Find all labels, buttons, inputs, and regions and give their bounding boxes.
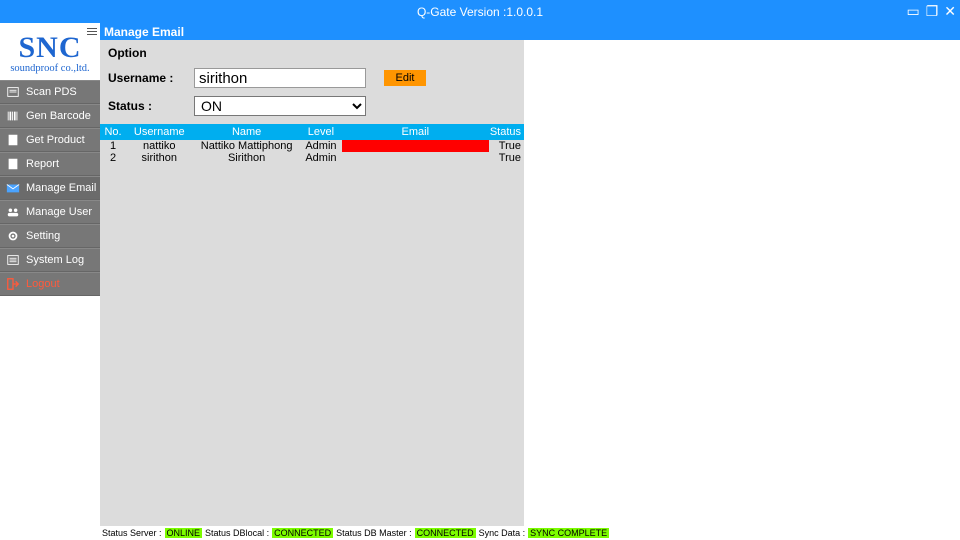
maximize-icon[interactable]: ❐: [926, 3, 939, 20]
sidebar-item-scan-pds[interactable]: Scan PDS: [0, 80, 100, 104]
status-sync-value: SYNC COMPLETE: [528, 528, 609, 538]
col-level: Level: [301, 124, 341, 140]
window-controls: ▭ ❐ ✕: [906, 0, 956, 23]
mail-icon: [6, 181, 20, 195]
status-dbmaster-value: CONNECTED: [415, 528, 476, 538]
sidebar-item-gen-barcode[interactable]: Gen Barcode: [0, 104, 100, 128]
users-icon: [6, 205, 20, 219]
blank-area: [524, 40, 960, 540]
logout-icon: [6, 277, 20, 291]
col-username: Username: [126, 124, 192, 140]
cell-no: 1: [100, 140, 126, 152]
sidebar-item-label: Report: [26, 158, 59, 170]
log-icon: [6, 253, 20, 267]
status-label: Status :: [108, 99, 194, 113]
table-header-row: No. Username Name Level Email Status: [100, 124, 524, 140]
status-server-value: ONLINE: [165, 528, 203, 538]
minimize-icon[interactable]: ▭: [906, 3, 919, 20]
status-dblocal-label: Status DBlocal :: [205, 528, 269, 538]
cell-status: True: [490, 140, 524, 152]
col-email: Email: [341, 124, 490, 140]
report-icon: [6, 157, 20, 171]
redacted-email: [342, 140, 489, 152]
page-header: Manage Email: [100, 23, 960, 40]
barcode-icon: [6, 109, 20, 123]
sidebar-item-label: Scan PDS: [26, 86, 77, 98]
col-status: Status: [490, 124, 524, 140]
app-title: Q-Gate Version :1.0.0.1: [417, 5, 543, 19]
sidebar-item-label: Get Product: [26, 134, 85, 146]
sidebar-item-logout[interactable]: Logout: [0, 272, 100, 296]
status-select[interactable]: ON: [194, 96, 366, 116]
content: Manage Email Option Username : Edit Stat…: [100, 23, 960, 540]
option-label: Option: [108, 46, 518, 60]
sidebar-item-manage-user[interactable]: Manage User: [0, 200, 100, 224]
status-server-label: Status Server :: [102, 528, 162, 538]
cell-email: [341, 152, 490, 164]
cell-email: [341, 140, 490, 152]
username-input[interactable]: [194, 68, 366, 88]
status-sync-label: Sync Data :: [479, 528, 526, 538]
table-row[interactable]: 2sirithonSirithonAdmin True: [100, 152, 524, 164]
cell-username: sirithon: [126, 152, 192, 164]
sidebar-item-label: Setting: [26, 230, 60, 242]
sidebar-item-get-product[interactable]: Get Product: [0, 128, 100, 152]
sidebar-item-system-log[interactable]: System Log: [0, 248, 100, 272]
sidebar-item-report[interactable]: Report: [0, 152, 100, 176]
cell-name: Sirithon: [192, 152, 300, 164]
cell-name: Nattiko Mattiphong: [192, 140, 300, 152]
sidebar-item-label: Manage User: [26, 206, 92, 218]
sidebar-item-label: Gen Barcode: [26, 110, 91, 122]
cell-status: True: [490, 152, 524, 164]
sidebar-item-label: System Log: [26, 254, 84, 266]
statusbar: Status Server : ONLINE Status DBlocal : …: [100, 526, 960, 540]
sidebar: SNC soundproof co.,ltd. Scan PDS Gen Bar…: [0, 23, 100, 540]
sidebar-item-setting[interactable]: Setting: [0, 224, 100, 248]
titlebar: Q-Gate Version :1.0.0.1 ▭ ❐ ✕: [0, 0, 960, 23]
col-no: No.: [100, 124, 126, 140]
sidebar-item-label: Logout: [26, 278, 60, 290]
page-title: Manage Email: [104, 25, 184, 39]
user-table: No. Username Name Level Email Status 1na…: [100, 124, 524, 540]
username-label: Username :: [108, 71, 194, 85]
status-dblocal-value: CONNECTED: [272, 528, 333, 538]
status-dbmaster-label: Status DB Master :: [336, 528, 412, 538]
cell-level: Admin: [301, 140, 341, 152]
brand-sub: soundproof co.,ltd.: [0, 63, 100, 74]
gear-icon: [6, 229, 20, 243]
cell-username: nattiko: [126, 140, 192, 152]
cell-no: 2: [100, 152, 126, 164]
main-panel: Option Username : Edit Status : ON: [100, 40, 524, 540]
sidebar-item-manage-email[interactable]: Manage Email: [0, 176, 100, 200]
close-icon[interactable]: ✕: [944, 3, 956, 20]
table-row[interactable]: 1nattikoNattiko MattiphongAdmin True: [100, 140, 524, 152]
cell-level: Admin: [301, 152, 341, 164]
edit-button[interactable]: Edit: [384, 70, 426, 86]
clipboard-icon: [6, 133, 20, 147]
nav: Scan PDS Gen Barcode Get Product Report …: [0, 80, 100, 296]
menu-toggle-icon[interactable]: [84, 23, 100, 40]
col-name: Name: [192, 124, 300, 140]
sidebar-item-label: Manage Email: [26, 182, 96, 194]
scan-icon: [6, 85, 20, 99]
